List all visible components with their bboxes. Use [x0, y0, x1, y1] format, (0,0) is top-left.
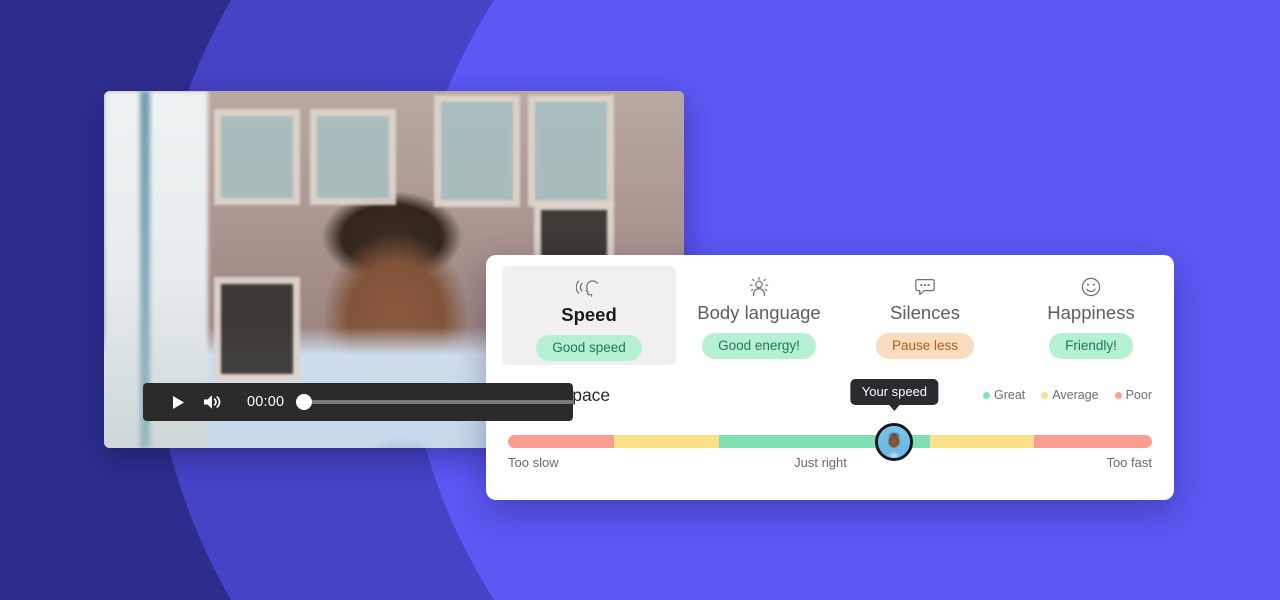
metric-tab-speed[interactable]: Speed Good speed — [502, 266, 676, 365]
metric-label: Silences — [890, 301, 960, 323]
metric-tab-body-language[interactable]: Body language Good energy! — [676, 255, 842, 365]
video-controls-bar: 00:00 — [143, 383, 573, 421]
metric-label: Body language — [697, 301, 821, 323]
metric-label: Happiness — [1047, 301, 1135, 323]
speech-pace-bar-wrap: Your speed Too slow Just right Too fast — [508, 379, 1152, 470]
pace-segment-average-high — [929, 435, 1035, 448]
metric-tab-silences[interactable]: Silences Pause less — [842, 255, 1008, 365]
speech-bubble-dots-icon — [912, 274, 938, 300]
your-speed-tooltip: Your speed — [850, 379, 939, 405]
volume-speaker-icon — [204, 395, 221, 409]
legend-item-average: Average — [1041, 388, 1099, 402]
pace-segment-poor-high — [1034, 435, 1152, 448]
legend-dot-poor — [1114, 391, 1122, 399]
legend-label: Poor — [1125, 388, 1152, 402]
feedback-card: Speed Good speed Body language Good ener… — [486, 255, 1174, 500]
legend-dot-average — [1041, 391, 1049, 399]
metric-label: Speed — [561, 304, 617, 325]
axis-label-center: Just right — [794, 455, 847, 470]
seek-track — [296, 400, 573, 404]
play-icon — [172, 395, 184, 409]
head-speaking-icon — [576, 276, 602, 302]
speech-pace-header: Speech pace Great Average Poor — [508, 383, 1152, 407]
play-button[interactable] — [161, 383, 195, 421]
volume-button[interactable] — [195, 383, 229, 421]
legend-label: Great — [993, 388, 1026, 402]
speech-pace-legend: Great Average Poor — [982, 388, 1152, 402]
current-time-label: 00:00 — [247, 394, 285, 410]
axis-label-left: Too slow — [508, 455, 559, 470]
speech-pace-section: Speech pace Great Average Poor — [486, 379, 1174, 470]
smiley-face-icon — [1078, 274, 1104, 300]
screenshot-canvas: 00:00 Speed Good speed Body language Goo… — [0, 0, 1280, 600]
axis-label-right: Too fast — [1106, 455, 1152, 470]
person-energy-icon — [746, 274, 772, 300]
speech-pace-axis: Too slow Just right Too fast — [508, 455, 1152, 470]
metric-tab-happiness[interactable]: Happiness Friendly! — [1008, 255, 1174, 365]
speech-pace-bar — [508, 435, 1152, 448]
metrics-tab-row: Speed Good speed Body language Good ener… — [486, 255, 1174, 365]
legend-dot-great — [982, 391, 990, 399]
legend-label: Average — [1052, 388, 1099, 402]
metric-status-badge: Good speed — [536, 335, 642, 361]
user-speed-marker[interactable] — [875, 423, 914, 461]
pace-segment-average-low — [614, 435, 719, 448]
seek-bar[interactable] — [296, 383, 573, 421]
seek-handle[interactable] — [296, 394, 313, 410]
pace-segment-poor-low — [508, 435, 615, 448]
metric-status-badge: Friendly! — [1049, 332, 1133, 359]
metric-status-badge: Good energy! — [702, 332, 816, 359]
user-avatar — [878, 426, 911, 458]
legend-item-great: Great — [982, 388, 1026, 402]
metric-status-badge: Pause less — [875, 332, 975, 359]
legend-item-poor: Poor — [1114, 388, 1152, 402]
